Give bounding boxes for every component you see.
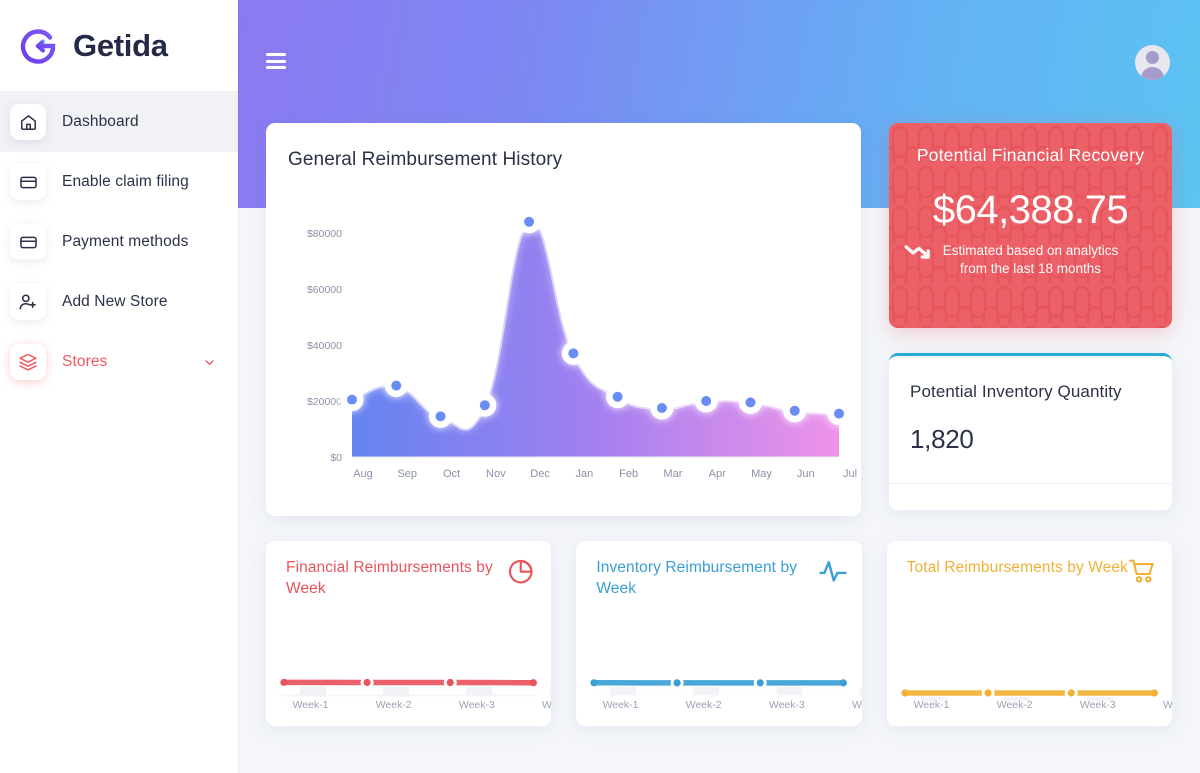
getida-circular-arrow-logo (14, 22, 62, 70)
svg-text:Dec: Dec (530, 468, 550, 480)
svg-text:Sep: Sep (397, 468, 417, 480)
mini-card-title: Total Reimbursements by Week (906, 559, 1128, 576)
svg-text:Mar: Mar (663, 468, 682, 480)
recovery-subtitle-line1: Estimated based on analytics (942, 243, 1119, 258)
brand-name: Getida (73, 27, 168, 63)
svg-text:$20000: $20000 (307, 396, 342, 408)
recovery-title: Potential Financial Recovery (916, 145, 1145, 165)
svg-text:Week-4: Week-4 (1163, 700, 1172, 711)
svg-text:Apr: Apr (709, 468, 726, 480)
home-icon (10, 104, 46, 140)
credit-card-icon (10, 164, 46, 200)
sidebar-item-label: Dashboard (62, 113, 139, 130)
svg-text:Week-2: Week-2 (686, 700, 722, 711)
svg-text:Jun: Jun (797, 468, 815, 480)
activity-pulse-icon (818, 561, 847, 582)
dashboard-app: Getida Dashboard Enable claim filing Pay… (0, 0, 1200, 773)
pie-chart-icon (509, 559, 533, 584)
general-reimbursement-history-card: General Reimbursement History $0 $20000 $4… (266, 123, 861, 516)
svg-text:Aug: Aug (353, 468, 373, 480)
dashboard-content: General Reimbursement History $0 $20000 $4… (238, 0, 1200, 726)
potential-inventory-quantity-card: Potential Inventory Quantity 1,820 (889, 353, 1172, 510)
sidebar-item-payment-methods[interactable]: Payment methods (0, 212, 238, 272)
sidebar-item-stores[interactable]: Stores (0, 332, 238, 392)
sidebar-item-enable-claim-filing[interactable]: Enable claim filing (0, 152, 238, 212)
sidebar-nav: Dashboard Enable claim filing Payment me… (0, 92, 238, 392)
brand-logo[interactable]: Getida (0, 0, 238, 92)
mini-card-title: Financial Reimbursements by Week (286, 559, 493, 597)
inventory-title: Potential Inventory Quantity (910, 382, 1122, 401)
svg-text:$0: $0 (330, 452, 342, 464)
top-grid: General Reimbursement History $0 $20000 $4… (266, 0, 1172, 516)
chart-title: General Reimbursement History (288, 149, 563, 170)
svg-text:Week-1: Week-1 (913, 700, 949, 711)
chevron-down-icon[interactable] (203, 356, 216, 369)
recovery-subtitle-line2: from the last 18 months (959, 260, 1102, 276)
svg-text:$60000: $60000 (307, 284, 342, 296)
svg-text:Jul: Jul (843, 468, 857, 480)
svg-text:Week-4: Week-4 (542, 700, 551, 711)
card-footer-divider (889, 483, 1172, 510)
total-reimbursements-by-week-card: Week-1 Week-2 Week-3 Week-4 Total Reimburse… (886, 541, 1172, 726)
potential-financial-recovery-card: Potential Financial Recovery $64,388.75 … (889, 123, 1172, 328)
sidebar-item-label: Stores (62, 353, 108, 370)
svg-text:Week-1: Week-1 (293, 700, 329, 711)
shopping-cart-icon (1128, 559, 1154, 583)
person-add-icon (10, 284, 46, 320)
inventory-reimbursement-by-week-card: Week-1 Week-2 Week-3 Week-4 Inventory Reimb… (576, 541, 862, 726)
general-reimbursement-history-chart: $0 $20000 $40000 $60000 $80000 Aug Sep Oct Nov De… (266, 183, 861, 513)
bottom-grid: Week-1 Week-2 Week-3 Week-4 Financial Reimb… (266, 541, 1172, 726)
sidebar-item-add-new-store[interactable]: Add New Store (0, 272, 238, 332)
svg-text:$80000: $80000 (307, 228, 342, 240)
inventory-value: 1,820 (910, 424, 974, 454)
sidebar-item-label: Payment methods (62, 233, 189, 250)
layers-icon (10, 344, 46, 380)
svg-text:Week-2: Week-2 (376, 700, 412, 711)
mini-card-title: Inventory Reimbursement by Week (596, 559, 798, 597)
svg-text:Week-3: Week-3 (769, 700, 805, 711)
main-area: General Reimbursement History $0 $20000 $4… (238, 0, 1200, 773)
svg-text:Oct: Oct (443, 468, 460, 480)
sidebar-item-label: Add New Store (62, 293, 168, 310)
recovery-amount: $64,388.75 (932, 188, 1129, 232)
financial-reimbursements-by-week-card: Week-1 Week-2 Week-3 Week-4 Financial Reimb… (266, 541, 552, 726)
credit-card-icon (10, 224, 46, 260)
svg-text:Week-3: Week-3 (459, 700, 495, 711)
recovery-subtitle: Estimated based on analytics from the la… (907, 242, 1154, 278)
svg-text:Jan: Jan (575, 468, 593, 480)
svg-text:Week-4: Week-4 (852, 700, 861, 711)
svg-text:Week-2: Week-2 (996, 700, 1032, 711)
sidebar: Getida Dashboard Enable claim filing Pay… (0, 0, 238, 773)
svg-text:Week-3: Week-3 (1080, 700, 1116, 711)
sidebar-item-label: Enable claim filing (62, 173, 189, 190)
svg-text:$40000: $40000 (307, 340, 342, 352)
svg-text:Nov: Nov (486, 468, 506, 480)
right-column: Potential Financial Recovery $64,388.75 … (889, 123, 1172, 510)
svg-text:Feb: Feb (619, 468, 638, 480)
svg-text:May: May (751, 468, 772, 480)
sidebar-item-dashboard[interactable]: Dashboard (0, 92, 238, 152)
svg-text:Week-1: Week-1 (603, 700, 639, 711)
